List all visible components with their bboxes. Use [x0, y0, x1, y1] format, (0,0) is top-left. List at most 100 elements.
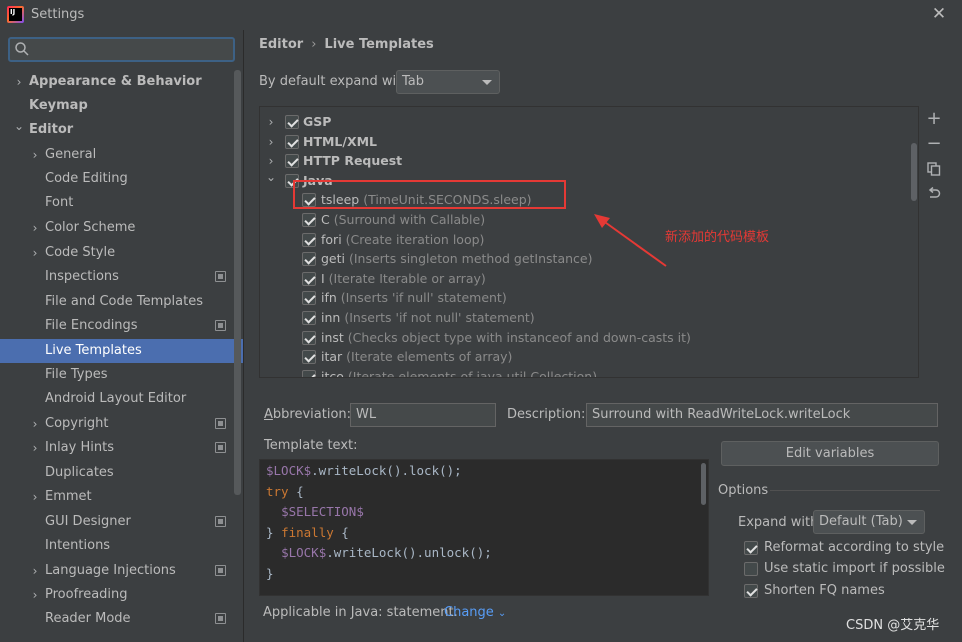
sidebar-item[interactable]: › Copyright	[0, 412, 243, 436]
template-row[interactable]: geti (Inserts singleton method getInstan…	[260, 249, 900, 269]
sidebar-item[interactable]: Intentions	[0, 534, 243, 558]
template-row[interactable]: itar (Iterate elements of array)	[260, 347, 900, 367]
chevron-right-icon[interactable]: ›	[30, 143, 40, 167]
search-input[interactable]	[8, 37, 235, 62]
sidebar-item[interactable]: Duplicates	[0, 461, 243, 485]
sidebar-item-label: Emmet	[45, 489, 92, 504]
option-label: Use static import if possible	[764, 561, 945, 576]
remove-icon[interactable]: −	[922, 132, 946, 156]
template-checkbox[interactable]	[302, 252, 316, 267]
sidebar-item-label: Android Layout Editor	[45, 391, 187, 406]
sidebar-item[interactable]: File and Code Templates	[0, 290, 243, 314]
code-token: $LOCK$	[281, 545, 327, 561]
sidebar-item[interactable]: › Proofreading	[0, 583, 243, 607]
chevron-right-icon[interactable]: ›	[266, 132, 276, 152]
template-group-row[interactable]: › HTTP Request	[260, 151, 900, 171]
sidebar-item[interactable]: › Color Scheme	[0, 216, 243, 240]
description-input[interactable]: Surround with ReadWriteLock.writeLock	[586, 403, 938, 427]
template-checkbox[interactable]	[302, 311, 316, 325]
sidebar-item[interactable]: › General	[0, 143, 243, 167]
breadcrumb-parent[interactable]: Editor	[259, 37, 303, 52]
add-icon[interactable]: +	[922, 107, 946, 131]
breadcrumb: Editor › Live Templates	[259, 37, 434, 52]
template-row[interactable]: C (Surround with Callable)	[260, 210, 900, 230]
option-checkbox[interactable]	[744, 541, 758, 555]
expand-select[interactable]: Tab	[396, 70, 500, 94]
template-row[interactable]: inn (Inserts 'if not null' statement)	[260, 308, 900, 328]
expand-select-value: Tab	[402, 74, 425, 89]
template-label: HTTP Request	[303, 151, 402, 171]
editor-scrollbar[interactable]	[701, 463, 706, 505]
template-checkbox[interactable]	[285, 134, 299, 149]
sidebar-item[interactable]: Android Layout Editor	[0, 387, 243, 411]
sidebar-scrollbar[interactable]	[234, 70, 241, 495]
sidebar-item[interactable]: Font	[0, 191, 243, 215]
chevron-right-icon[interactable]: ›	[14, 70, 24, 94]
sidebar-item[interactable]: › Code Style	[0, 241, 243, 265]
template-checkbox[interactable]	[302, 369, 316, 377]
code-token: {	[288, 483, 304, 499]
sidebar-item-label: File Encodings	[45, 318, 138, 333]
template-label: inn (Inserts 'if not null' statement)	[321, 308, 535, 328]
chevron-right-icon[interactable]: ›	[30, 485, 40, 509]
template-group-row[interactable]: › GSP	[260, 112, 900, 132]
template-name: C	[321, 212, 330, 227]
change-link[interactable]: Change ⌄	[444, 605, 506, 620]
sidebar-item[interactable]: Live Templates	[0, 339, 243, 363]
chevron-right-icon[interactable]: ›	[30, 559, 40, 583]
template-checkbox[interactable]	[285, 115, 299, 129]
sidebar-item[interactable]: Keymap	[0, 94, 243, 118]
template-group-row[interactable]: › HTML/XML	[260, 132, 900, 152]
sidebar-item[interactable]: › Inlay Hints	[0, 436, 243, 460]
template-row[interactable]: itco (Iterate elements of java.util.Coll…	[260, 367, 900, 377]
template-label: HTML/XML	[303, 132, 377, 152]
templates-scrollbar[interactable]	[911, 143, 917, 201]
sidebar-item[interactable]: File Types	[0, 363, 243, 387]
sidebar-item[interactable]: Code Editing	[0, 167, 243, 191]
option-checkbox[interactable]	[744, 562, 758, 576]
template-name: geti	[321, 251, 345, 267]
template-label: C (Surround with Callable)	[321, 210, 485, 230]
template-checkbox[interactable]	[285, 154, 299, 169]
sidebar-item-label: Language Injections	[45, 563, 176, 578]
template-description: (Iterate Iterable or array)	[328, 270, 486, 286]
abbreviation-input[interactable]: WL	[350, 403, 496, 427]
sidebar-item[interactable]: Reader Mode	[0, 607, 243, 631]
options-divider	[770, 490, 940, 491]
sidebar-item-label: Code Style	[45, 245, 116, 260]
chevron-right-icon[interactable]: ›	[30, 583, 40, 607]
chevron-right-icon[interactable]: ›	[266, 112, 276, 132]
sidebar-item[interactable]: ⌄ Editor	[0, 118, 243, 142]
close-icon[interactable]: ✕	[929, 4, 949, 24]
template-row[interactable]: I (Iterate Iterable or array)	[260, 269, 900, 289]
chevron-right-icon[interactable]: ›	[30, 241, 40, 265]
template-row[interactable]: ifn (Inserts 'if null' statement)	[260, 288, 900, 308]
template-row[interactable]: fori (Create iteration loop)	[260, 230, 900, 250]
template-checkbox[interactable]	[302, 271, 316, 286]
copy-icon[interactable]	[922, 157, 946, 181]
sidebar-item[interactable]: Inspections	[0, 265, 243, 289]
template-checkbox[interactable]	[302, 232, 316, 247]
sidebar-item[interactable]: › Language Injections	[0, 559, 243, 583]
chevron-right-icon[interactable]: ›	[30, 216, 40, 240]
sidebar-item[interactable]: File Encodings	[0, 314, 243, 338]
chevron-down-icon[interactable]: ⌄	[14, 114, 24, 138]
expand-with-select[interactable]: Default (Tab)	[813, 510, 925, 534]
edit-variables-button[interactable]: Edit variables	[721, 441, 939, 466]
code-token: try	[266, 483, 289, 499]
template-text-editor[interactable]: $LOCK$.writeLock().lock(); try { $SELECTI…	[259, 459, 709, 596]
chevron-right-icon[interactable]: ›	[30, 412, 40, 436]
template-checkbox[interactable]	[302, 350, 316, 365]
chevron-down-icon[interactable]: ⌄	[266, 167, 276, 187]
search-icon	[15, 42, 29, 56]
template-row[interactable]: inst (Checks object type with instanceof…	[260, 328, 900, 348]
restore-icon[interactable]	[922, 182, 946, 206]
sidebar-item[interactable]: GUI Designer	[0, 510, 243, 534]
template-checkbox[interactable]	[302, 291, 316, 306]
template-checkbox[interactable]	[302, 213, 316, 227]
chevron-right-icon[interactable]: ›	[30, 436, 40, 460]
template-checkbox[interactable]	[302, 330, 316, 345]
sidebar-item[interactable]: › Emmet	[0, 485, 243, 509]
option-checkbox[interactable]	[744, 584, 758, 598]
sidebar-item[interactable]: › Appearance & Behavior	[0, 70, 243, 94]
